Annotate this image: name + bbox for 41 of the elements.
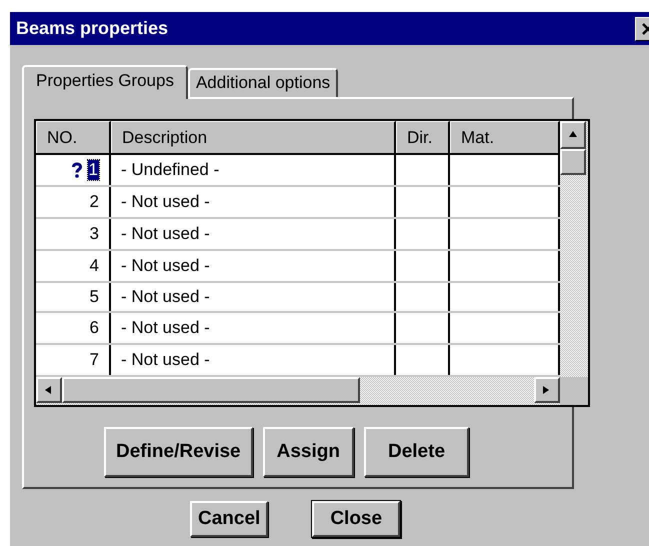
window-title: Beams properties [16,18,168,39]
action-button[interactable]: Define/Revise [104,427,253,477]
column-header[interactable]: Dir. [396,121,450,153]
left-arrow-icon [45,386,53,394]
horizontal-scrollbar[interactable] [36,377,560,405]
right-arrow-icon [543,386,551,394]
tab[interactable]: Properties Groups [22,65,188,99]
description-cell: - Not used - [111,251,396,281]
cancel-button[interactable]: Cancel [190,501,268,537]
scroll-thumb[interactable] [560,149,586,175]
column-header[interactable]: Mat. [450,121,560,153]
number-cell: 1 [36,155,111,185]
number-cell: 5 [36,283,111,311]
number-cell: 6 [36,313,111,343]
table-row[interactable]: 1 - Undefined - [36,155,560,187]
description-cell: - Not used - [111,187,396,217]
description-cell: - Not used - [111,219,396,249]
action-button[interactable]: Delete [364,427,470,477]
question-icon [72,162,82,178]
table-row[interactable]: 6 - Not used - [36,313,560,345]
column-header[interactable]: Description [111,121,396,153]
vertical-scrollbar[interactable] [560,121,588,377]
table-row[interactable]: 4 - Not used - [36,251,560,283]
number-cell: 7 [36,345,111,375]
close-dialog-button[interactable]: Close [312,501,400,537]
number-cell: 2 [36,187,111,217]
description-cell: - Undefined - [111,155,396,185]
scroll-thumb[interactable] [62,377,360,403]
table-row[interactable]: 2 - Not used - [36,187,560,219]
tab[interactable]: Additional options [188,68,338,97]
description-cell: - Not used - [111,313,396,343]
action-button[interactable]: Assign [262,427,354,477]
up-arrow-icon [569,131,577,139]
number-cell: 4 [36,251,111,281]
scrollbar-corner [560,377,588,405]
description-cell: - Not used - [111,283,396,311]
table-row[interactable]: 5 - Not used - [36,283,560,313]
table-row[interactable]: 3 - Not used - [36,219,560,251]
column-header[interactable]: NO. [36,121,111,153]
description-cell: - Not used - [111,345,396,375]
number-cell: 3 [36,219,111,249]
